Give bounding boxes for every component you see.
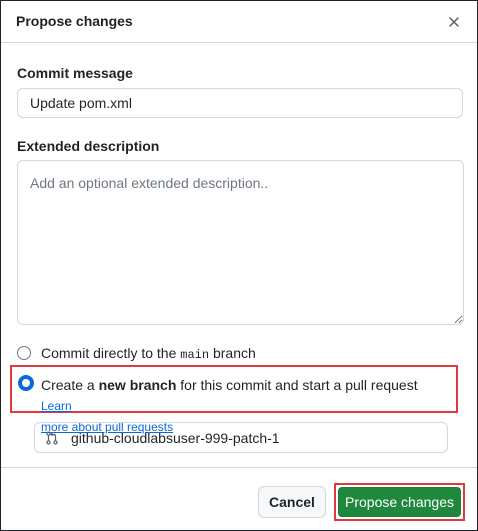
close-button[interactable] [443, 11, 465, 33]
git-pull-request-icon [46, 430, 58, 445]
branch-name-code: main [180, 348, 210, 362]
propose-changes-dialog: Propose changes Commit message Extended … [0, 0, 478, 531]
commit-directly-option[interactable]: Commit directly to the main branch [17, 345, 256, 362]
extended-description-textarea[interactable] [17, 160, 464, 325]
extended-description-label: Extended description [17, 138, 160, 154]
branch-name-input[interactable] [69, 428, 443, 447]
commit-message-label: Commit message [17, 65, 133, 81]
propose-changes-button[interactable]: Propose changes [338, 487, 461, 517]
close-icon [449, 17, 459, 27]
dialog-title: Propose changes [16, 13, 133, 29]
branch-name-field[interactable] [34, 422, 448, 453]
dialog-header: Propose changes [1, 1, 477, 43]
cancel-button[interactable]: Cancel [258, 486, 326, 518]
commit-directly-radio[interactable] [17, 346, 31, 360]
new-branch-radio[interactable] [18, 375, 34, 391]
commit-message-input[interactable] [17, 88, 463, 118]
learn-more-link[interactable]: Learn [41, 399, 72, 413]
commit-directly-label: Commit directly to the main branch [41, 345, 256, 362]
